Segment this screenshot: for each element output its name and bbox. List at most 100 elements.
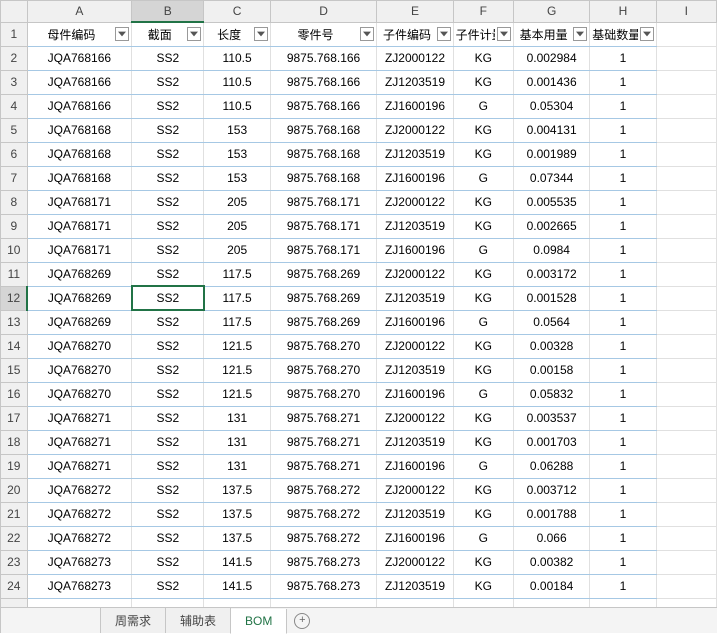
cell-A20[interactable]: JQA768272 — [27, 478, 132, 502]
cell-C6[interactable]: 153 — [204, 142, 270, 166]
sheet-tab-2[interactable]: 辅助表 — [165, 608, 231, 633]
cell-D10[interactable]: 9875.768.171 — [270, 238, 377, 262]
cell-I19[interactable] — [656, 454, 716, 478]
cell-H13[interactable]: 1 — [590, 310, 656, 334]
cell-B22[interactable]: SS2 — [132, 526, 204, 550]
cell-G20[interactable]: 0.003712 — [513, 478, 589, 502]
col-header-C[interactable]: C — [204, 1, 270, 22]
row-header-20[interactable]: 20 — [1, 478, 27, 502]
cell-G14[interactable]: 0.00328 — [513, 334, 589, 358]
cell-B23[interactable]: SS2 — [132, 550, 204, 574]
cell-D23[interactable]: 9875.768.273 — [270, 550, 377, 574]
cell-E10[interactable]: ZJ1600196 — [377, 238, 453, 262]
row-header-1[interactable]: 1 — [1, 22, 27, 46]
cell-D3[interactable]: 9875.768.166 — [270, 70, 377, 94]
cell-D8[interactable]: 9875.768.171 — [270, 190, 377, 214]
cell-B14[interactable]: SS2 — [132, 334, 204, 358]
cell-H7[interactable]: 1 — [590, 166, 656, 190]
cell-D12[interactable]: 9875.768.269 — [270, 286, 377, 310]
cell-partial-H[interactable] — [590, 598, 656, 607]
cell-H24[interactable]: 1 — [590, 574, 656, 598]
cell-F22[interactable]: G — [453, 526, 513, 550]
cell-C17[interactable]: 131 — [204, 406, 270, 430]
row-header-7[interactable]: 7 — [1, 166, 27, 190]
col-header-H[interactable]: H — [590, 1, 656, 22]
cell-D5[interactable]: 9875.768.168 — [270, 118, 377, 142]
cell-D22[interactable]: 9875.768.272 — [270, 526, 377, 550]
cell-H23[interactable]: 1 — [590, 550, 656, 574]
cell-E13[interactable]: ZJ1600196 — [377, 310, 453, 334]
cell-G23[interactable]: 0.00382 — [513, 550, 589, 574]
cell-H12[interactable]: 1 — [590, 286, 656, 310]
cell-H19[interactable]: 1 — [590, 454, 656, 478]
cell-E16[interactable]: ZJ1600196 — [377, 382, 453, 406]
cell-A23[interactable]: JQA768273 — [27, 550, 132, 574]
cell-partial-B[interactable] — [132, 598, 204, 607]
cell-H15[interactable]: 1 — [590, 358, 656, 382]
cell-I22[interactable] — [656, 526, 716, 550]
cell-I23[interactable] — [656, 550, 716, 574]
cell-H20[interactable]: 1 — [590, 478, 656, 502]
cell-H5[interactable]: 1 — [590, 118, 656, 142]
cell-D19[interactable]: 9875.768.271 — [270, 454, 377, 478]
filter-dropdown-icon[interactable] — [360, 27, 374, 41]
row-header-15[interactable]: 15 — [1, 358, 27, 382]
row-header-14[interactable]: 14 — [1, 334, 27, 358]
cell-F5[interactable]: KG — [453, 118, 513, 142]
cell-B9[interactable]: SS2 — [132, 214, 204, 238]
cell-I3[interactable] — [656, 70, 716, 94]
row-header-6[interactable]: 6 — [1, 142, 27, 166]
cell-A6[interactable]: JQA768168 — [27, 142, 132, 166]
cell-G13[interactable]: 0.0564 — [513, 310, 589, 334]
cell-D17[interactable]: 9875.768.271 — [270, 406, 377, 430]
cell-C13[interactable]: 117.5 — [204, 310, 270, 334]
row-header-17[interactable]: 17 — [1, 406, 27, 430]
row-header-8[interactable]: 8 — [1, 190, 27, 214]
cell-A13[interactable]: JQA768269 — [27, 310, 132, 334]
cell-A2[interactable]: JQA768166 — [27, 46, 132, 70]
cell-C14[interactable]: 121.5 — [204, 334, 270, 358]
cell-C21[interactable]: 137.5 — [204, 502, 270, 526]
row-header-5[interactable]: 5 — [1, 118, 27, 142]
cell-E3[interactable]: ZJ1203519 — [377, 70, 453, 94]
cell-G5[interactable]: 0.004131 — [513, 118, 589, 142]
cell-E19[interactable]: ZJ1600196 — [377, 454, 453, 478]
cell-B15[interactable]: SS2 — [132, 358, 204, 382]
cell-D9[interactable]: 9875.768.171 — [270, 214, 377, 238]
row-header-19[interactable]: 19 — [1, 454, 27, 478]
cell-G24[interactable]: 0.00184 — [513, 574, 589, 598]
col-header-E[interactable]: E — [377, 1, 453, 22]
cell-A21[interactable]: JQA768272 — [27, 502, 132, 526]
cell-A17[interactable]: JQA768271 — [27, 406, 132, 430]
cell-G18[interactable]: 0.001703 — [513, 430, 589, 454]
cell-C8[interactable]: 205 — [204, 190, 270, 214]
cell-B5[interactable]: SS2 — [132, 118, 204, 142]
cell-E7[interactable]: ZJ1600196 — [377, 166, 453, 190]
cell-E22[interactable]: ZJ1600196 — [377, 526, 453, 550]
cell-partial-F[interactable] — [453, 598, 513, 607]
cell-C2[interactable]: 110.5 — [204, 46, 270, 70]
cell-I17[interactable] — [656, 406, 716, 430]
cell-C4[interactable]: 110.5 — [204, 94, 270, 118]
cell-partial-A[interactable] — [27, 598, 132, 607]
cell-D20[interactable]: 9875.768.272 — [270, 478, 377, 502]
cell-I18[interactable] — [656, 430, 716, 454]
row-header-9[interactable]: 9 — [1, 214, 27, 238]
filter-dropdown-icon[interactable] — [640, 27, 654, 41]
cell-D11[interactable]: 9875.768.269 — [270, 262, 377, 286]
vertical-scrollbar[interactable] — [713, 1, 717, 607]
sheet-tab-3[interactable]: BOM — [230, 609, 287, 634]
cell-H9[interactable]: 1 — [590, 214, 656, 238]
row-header-11[interactable]: 11 — [1, 262, 27, 286]
cell-I2[interactable] — [656, 46, 716, 70]
cell-A9[interactable]: JQA768171 — [27, 214, 132, 238]
cell-A12[interactable]: JQA768269 — [27, 286, 132, 310]
cell-H3[interactable]: 1 — [590, 70, 656, 94]
cell-H14[interactable]: 1 — [590, 334, 656, 358]
cell-I9[interactable] — [656, 214, 716, 238]
cell-E23[interactable]: ZJ2000122 — [377, 550, 453, 574]
cell-D21[interactable]: 9875.768.272 — [270, 502, 377, 526]
cell-F16[interactable]: G — [453, 382, 513, 406]
cell-I13[interactable] — [656, 310, 716, 334]
cell-D7[interactable]: 9875.768.168 — [270, 166, 377, 190]
